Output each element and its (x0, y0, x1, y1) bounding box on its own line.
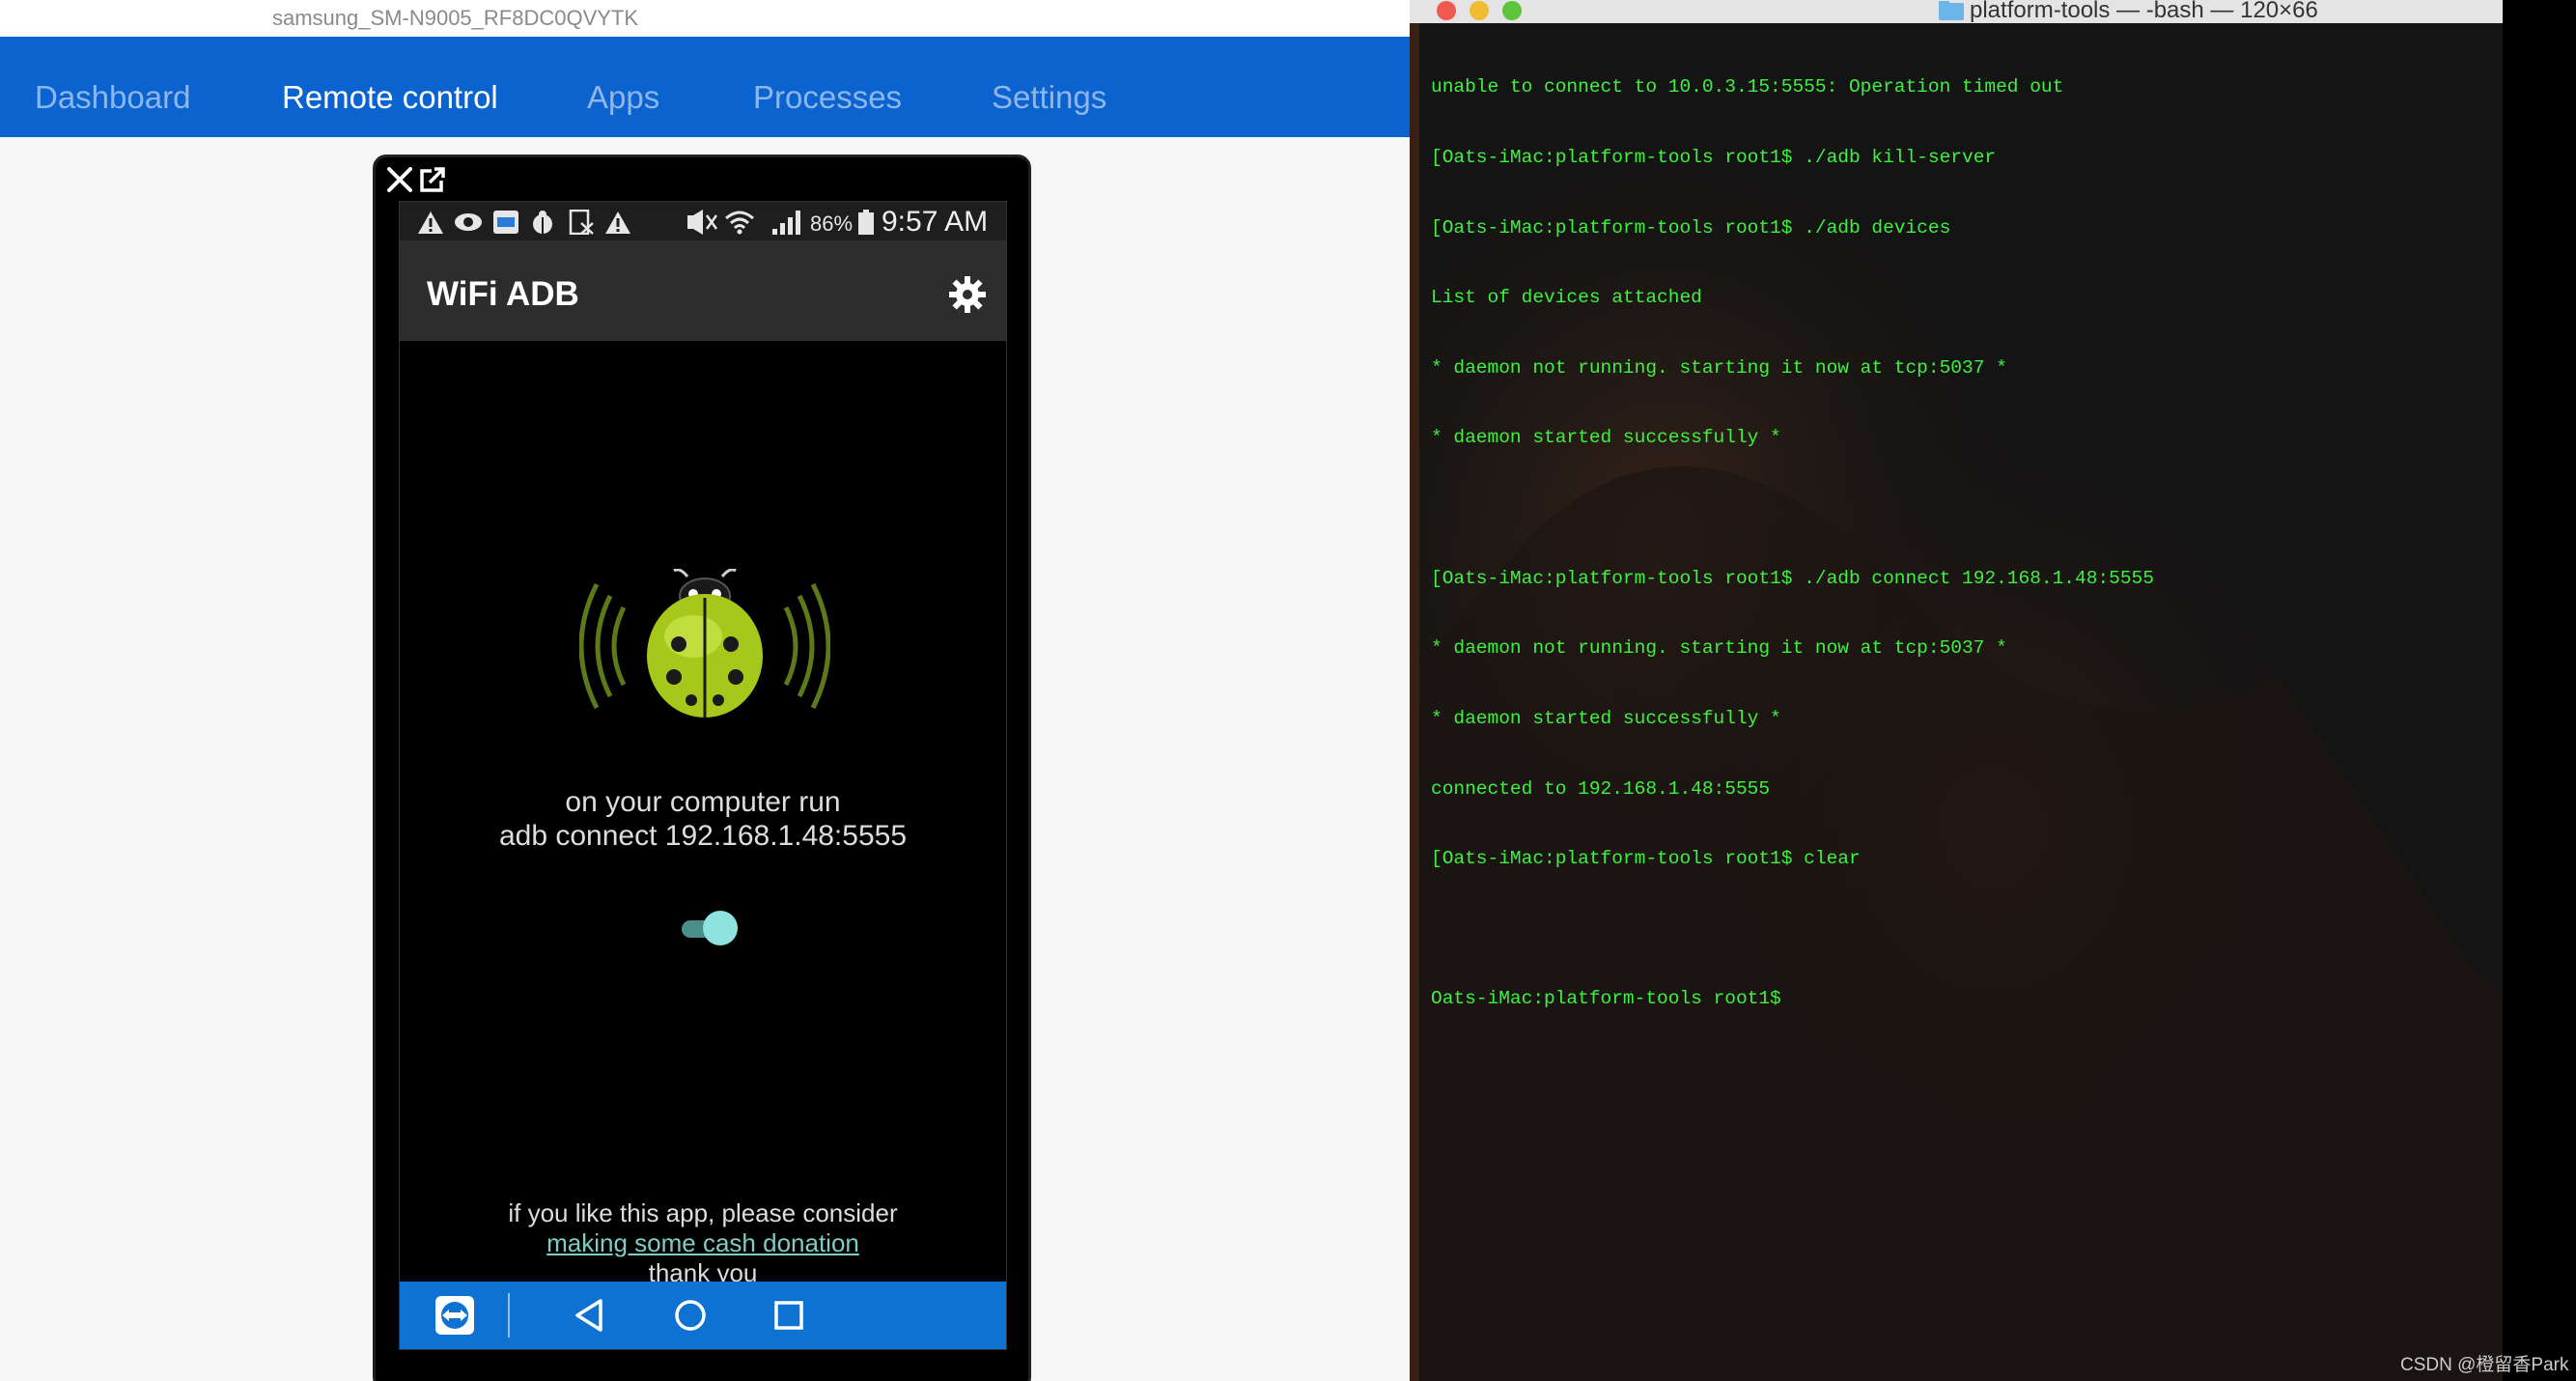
folder-icon (1939, 1, 1964, 20)
terminal-line: List of devices attached (1431, 287, 1702, 309)
remote-control-window: samsung_SM-N9005_RF8DC0QVYTK Dashboard R… (0, 0, 1410, 1381)
battery-icon (858, 210, 874, 235)
terminal-line: * daemon started successfully * (1431, 707, 1781, 729)
nav-remote-control[interactable]: Remote control (282, 79, 498, 116)
terminal-line: * daemon not running. starting it now at… (1431, 637, 2007, 660)
terminal-title: platform-tools — -bash — 120×66 (1970, 0, 2318, 23)
instruction-line1: on your computer run (565, 786, 841, 818)
nav-apps[interactable]: Apps (587, 79, 659, 116)
terminal-output[interactable]: unable to connect to 10.0.3.15:5555: Ope… (1431, 29, 2503, 1057)
close-window-button[interactable] (1437, 1, 1456, 20)
donate-link[interactable]: making some cash donation (400, 1228, 1006, 1258)
terminal-line: * daemon not running. starting it now at… (1431, 356, 2007, 379)
adb-toggle-switch[interactable] (682, 909, 742, 947)
popout-icon[interactable] (416, 163, 449, 196)
teamviewer-icon (493, 211, 518, 234)
nav-dashboard[interactable]: Dashboard (35, 79, 190, 116)
warning-icon-2 (605, 211, 630, 234)
nav-processes[interactable]: Processes (753, 79, 902, 116)
home-icon[interactable] (668, 1293, 713, 1338)
terminal-titlebar: platform-tools — -bash — 120×66 (1410, 0, 2503, 23)
battery-percent: 86% (810, 211, 854, 236)
adb-connect-command: adb connect 192.168.1.48:5555 (498, 820, 908, 852)
gear-icon[interactable] (948, 275, 987, 314)
terminal-line: connected to 192.168.1.48:5555 (1431, 777, 1771, 800)
phone-mirror: 86% 9:57 AM WiFi ADB on your computer ru… (373, 155, 1031, 1381)
wifi-icon (725, 211, 754, 235)
status-time: 9:57 AM (882, 206, 989, 238)
donate-text: if you like this app, please consider (508, 1198, 898, 1227)
wifi-bug-logo (579, 569, 830, 718)
app-bar: WiFi ADB (400, 240, 1006, 341)
desktop: samsung_SM-N9005_RF8DC0QVYTK Dashboard R… (0, 0, 2576, 1381)
teamviewer-menu-icon[interactable] (433, 1293, 477, 1338)
bug-status-icon (533, 211, 552, 234)
terminal-prompt: Oats-iMac:platform-tools root1$ (1431, 988, 1781, 1010)
warning-icon (418, 211, 443, 234)
watermark: CSDN @橙留香Park (2400, 1355, 2569, 1375)
top-nav: Dashboard Remote control Apps Processes … (0, 37, 1410, 137)
app-title: WiFi ADB (427, 275, 579, 313)
terminal-line: [Oats-iMac:platform-tools root1$ ./adb d… (1431, 216, 1951, 239)
back-icon[interactable] (568, 1293, 612, 1338)
signal-icon (772, 211, 800, 235)
terminal-line: * daemon started successfully * (1431, 427, 1781, 449)
terminal-window: platform-tools — -bash — 120×66 unable t… (1410, 0, 2576, 1381)
phone-screen[interactable]: 86% 9:57 AM WiFi ADB on your computer ru… (399, 201, 1007, 1350)
window-edge (1410, 0, 1419, 1381)
window-titlebar: samsung_SM-N9005_RF8DC0QVYTK (0, 0, 1410, 37)
nav-settings[interactable]: Settings (992, 79, 1106, 116)
toggle-knob (703, 911, 738, 945)
eye-icon (455, 213, 482, 231)
terminal-line: [Oats-iMac:platform-tools root1$ clear (1431, 848, 1861, 870)
remote-nav-bar (400, 1282, 1006, 1349)
mute-icon (687, 210, 718, 235)
terminal-line: [Oats-iMac:platform-tools root1$ ./adb c… (1431, 567, 2154, 589)
nav-divider (508, 1293, 510, 1338)
document-icon (569, 210, 594, 235)
close-icon[interactable] (383, 163, 416, 196)
minimize-window-button[interactable] (1470, 1, 1489, 20)
zoom-window-button[interactable] (1502, 1, 1522, 20)
terminal-line: [Oats-iMac:platform-tools root1$ ./adb k… (1431, 147, 1997, 169)
window-title: samsung_SM-N9005_RF8DC0QVYTK (272, 6, 639, 30)
terminal-scrollbar[interactable] (2503, 0, 2576, 1381)
status-bar: 86% 9:57 AM (400, 202, 1006, 240)
recents-icon[interactable] (767, 1293, 811, 1338)
terminal-line: unable to connect to 10.0.3.15:5555: Ope… (1431, 76, 2064, 99)
